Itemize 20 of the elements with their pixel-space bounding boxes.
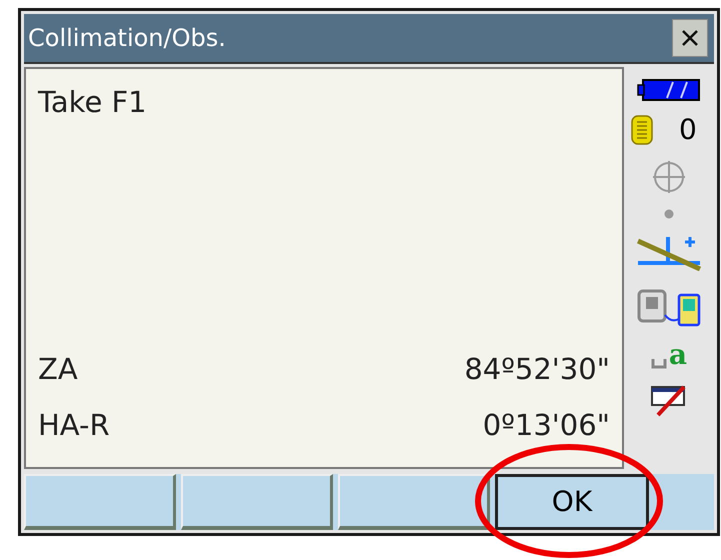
softkey[interactable] (181, 474, 333, 530)
close-button[interactable] (672, 19, 708, 57)
input-mode: a (668, 341, 688, 369)
memory-count: 0 (679, 116, 697, 144)
window-title: Collimation/Obs. (28, 23, 226, 54)
prompt-text: Take F1 (38, 84, 147, 121)
ok-button[interactable]: OK (495, 474, 649, 530)
dot-icon (664, 209, 674, 219)
softkey[interactable] (338, 474, 490, 530)
edit-icon (650, 383, 688, 419)
reading-label: ZA (38, 351, 78, 388)
space-icon (650, 359, 667, 369)
softkey[interactable] (24, 474, 176, 530)
battery-icon (637, 79, 701, 101)
close-icon (680, 28, 700, 48)
reading-label: HA-R (38, 406, 110, 444)
reading-value: 0º13'06" (482, 406, 610, 444)
memory-icon (631, 115, 653, 145)
reading-value: 84º52'30" (464, 351, 610, 388)
crosshair-icon (651, 159, 687, 195)
